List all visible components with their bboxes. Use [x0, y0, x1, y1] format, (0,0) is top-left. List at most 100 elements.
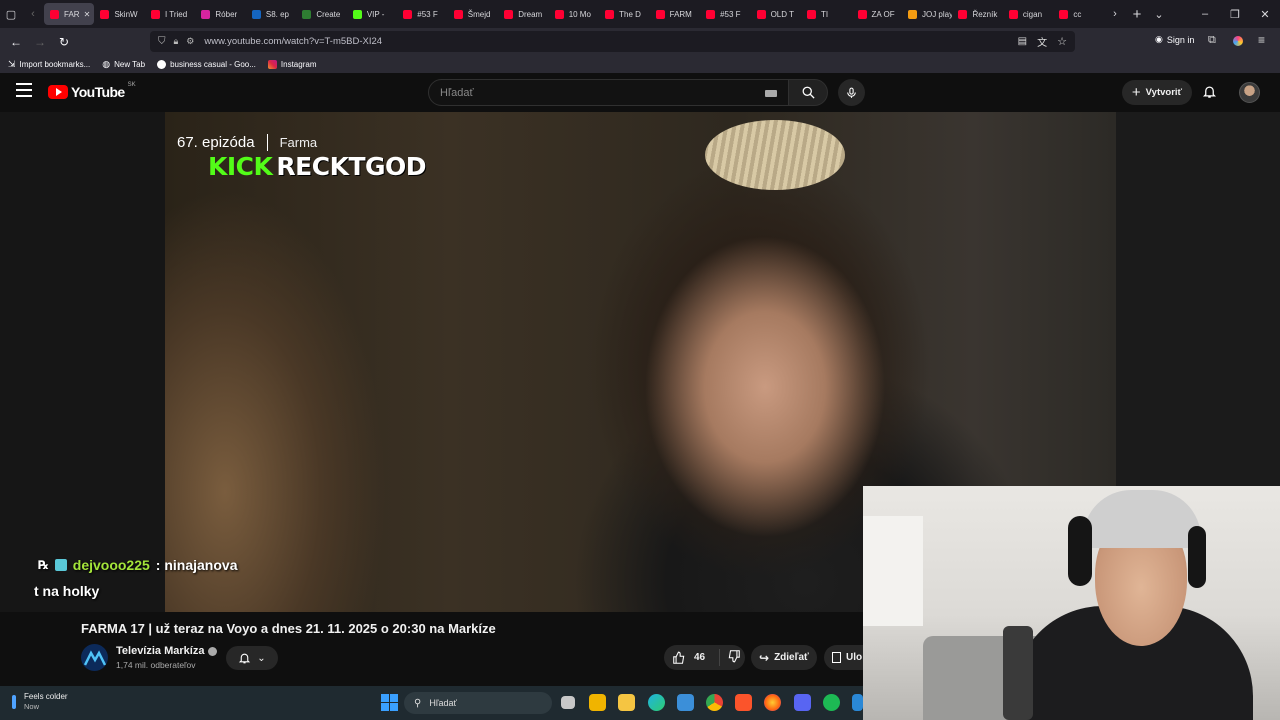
chrome-icon[interactable] — [706, 694, 723, 711]
lock-icon[interactable]: 🔒︎ — [174, 36, 179, 47]
browser-tab[interactable]: S8. ep — [246, 3, 296, 25]
voice-search-button[interactable] — [838, 79, 865, 106]
new-tab-icon[interactable]: + — [1126, 3, 1148, 25]
tab-label: Róber — [215, 9, 238, 19]
app-icon[interactable] — [852, 694, 863, 711]
windows-search-label: Hľadať — [429, 698, 457, 708]
browser-tab[interactable]: Řezník — [952, 3, 1002, 25]
bookmark-star-icon[interactable]: ☆ — [1057, 35, 1067, 48]
forward-icon[interactable]: → — [28, 30, 52, 54]
spotify-icon[interactable] — [823, 694, 840, 711]
tab-favicon-icon — [50, 9, 59, 19]
channel-name[interactable]: Televízia Markíza — [116, 645, 218, 657]
firefox-icon[interactable] — [764, 694, 781, 711]
browser-tab[interactable]: SkinW — [94, 3, 144, 25]
bookmark-instagram[interactable]: Instagram — [267, 59, 316, 69]
reader-mode-icon[interactable]: ▤ — [1018, 36, 1027, 47]
thumbs-down-icon — [728, 650, 740, 663]
url-bar[interactable]: ⛉ 🔒︎ ⚙ www.youtube.com/watch?v=T-m5BD-XI… — [150, 31, 1075, 52]
channel-avatar[interactable] — [81, 644, 108, 671]
tab-favicon-icon — [302, 9, 312, 19]
close-tab-icon[interactable]: ✕ — [84, 10, 91, 19]
like-button[interactable]: 46 — [664, 649, 720, 666]
close-window-icon[interactable]: ✕ — [1250, 3, 1280, 25]
browser-tab[interactable]: Dream — [498, 3, 548, 25]
keyboard-icon[interactable] — [765, 90, 777, 97]
show-name: Farma — [279, 135, 318, 150]
browser-tab[interactable]: OLD T — [751, 3, 801, 25]
brave-icon[interactable] — [735, 694, 752, 711]
browser-tab[interactable]: cigan — [1003, 3, 1053, 25]
notification-settings-button[interactable]: ⌄ — [226, 646, 278, 670]
browser-tab[interactable]: Create — [296, 3, 346, 25]
browser-tab[interactable]: VIP - — [347, 3, 397, 25]
maximize-icon[interactable]: ❐ — [1220, 3, 1250, 25]
hamburger-menu-icon[interactable] — [16, 83, 32, 97]
youtube-logo[interactable]: YouTube SK — [48, 82, 136, 100]
browser-tab[interactable]: TI — [801, 3, 851, 25]
tab-label: OLD T — [770, 9, 794, 19]
browser-tab[interactable]: FARM — [650, 3, 700, 25]
dislike-button[interactable] — [720, 649, 741, 666]
webcam-overlay — [863, 486, 1280, 720]
save-button[interactable]: Ulo — [824, 645, 863, 670]
browser-tab[interactable]: JOJ play — [902, 3, 952, 25]
bookmark-business-casual[interactable]: business casual - Goo... — [157, 59, 256, 69]
tab-favicon-icon — [453, 9, 463, 19]
windows-start-icon[interactable] — [381, 694, 398, 711]
scroll-tabs-left-icon[interactable]: ‹ — [22, 3, 44, 25]
chat-overlay-line: ℞ dejvooo225 : ninajanova — [38, 557, 237, 573]
shield-icon[interactable]: ⛉ — [158, 36, 166, 47]
search-button[interactable] — [788, 79, 828, 106]
windows-search-box[interactable]: ⚲ Hľadať — [404, 692, 552, 714]
tab-list-icon[interactable]: ▢ — [0, 3, 22, 25]
tab-favicon-icon — [756, 9, 766, 19]
browser-tab[interactable]: Šmejd — [448, 3, 498, 25]
store-icon[interactable] — [589, 694, 606, 711]
user-avatar[interactable] — [1239, 82, 1260, 103]
bookmark-new-tab[interactable]: ◍ New Tab — [102, 59, 145, 70]
share-button[interactable]: ↪ Zdieľať — [751, 645, 817, 670]
bookmark-import[interactable]: ⇲ Import bookmarks... — [8, 59, 90, 70]
menu-icon[interactable]: ≡ — [1258, 33, 1265, 47]
browser-tab[interactable]: The D — [599, 3, 649, 25]
browser-tab[interactable]: FAR ✕ — [44, 3, 95, 25]
bookmark-label: business casual - Goo... — [170, 59, 256, 69]
profile-color-icon[interactable] — [1233, 36, 1243, 46]
browser-tab[interactable]: #53 F — [700, 3, 750, 25]
edge-icon[interactable] — [648, 694, 665, 711]
tab-label: Dream — [518, 9, 543, 19]
url-text[interactable]: www.youtube.com/watch?v=T-m5BD-XI24 — [204, 36, 382, 47]
back-icon[interactable]: ← — [4, 30, 28, 54]
notifications-bell-icon[interactable] — [1202, 83, 1217, 105]
kick-logo: KICK — [208, 152, 273, 181]
tab-label: S8. ep — [265, 9, 290, 19]
discord-icon[interactable] — [794, 694, 811, 711]
browser-tab[interactable]: #53 F — [397, 3, 447, 25]
tab-favicon-icon — [201, 9, 211, 19]
browser-tab[interactable]: 10 Mo — [549, 3, 599, 25]
task-view-icon[interactable] — [561, 696, 575, 709]
search-input[interactable]: Hľadať — [428, 79, 790, 106]
translate-icon[interactable]: 文 — [1037, 34, 1047, 49]
tab-label: VIP - — [366, 9, 385, 19]
browser-tab[interactable]: I Tried — [145, 3, 195, 25]
account-icon: ◉ — [1155, 34, 1163, 44]
chat-badge-icon-2 — [54, 559, 67, 571]
sign-in-button[interactable]: ◉ Sign in — [1155, 34, 1194, 45]
create-button[interactable]: + Vytvoriť — [1122, 80, 1192, 105]
permissions-icon[interactable]: ⚙ — [186, 36, 194, 47]
scroll-tabs-right-icon[interactable]: › — [1104, 3, 1126, 25]
photos-icon[interactable] — [677, 694, 694, 711]
browser-tab[interactable]: Róber — [195, 3, 245, 25]
extensions-icon[interactable]: ⧉ — [1208, 34, 1216, 47]
file-explorer-icon[interactable] — [618, 694, 635, 711]
minimize-icon[interactable]: – — [1190, 3, 1220, 25]
reload-icon[interactable]: ↻ — [52, 30, 76, 54]
weather-widget[interactable]: Feels colder Now — [12, 692, 68, 711]
browser-tab[interactable]: cc — [1053, 3, 1103, 25]
browser-tab[interactable]: ZA OF — [852, 3, 902, 25]
tab-overflow-icon[interactable]: ⌄ — [1148, 3, 1170, 25]
tab-favicon-icon — [150, 9, 160, 19]
kick-channel-name: RECKTGOD — [276, 152, 427, 181]
